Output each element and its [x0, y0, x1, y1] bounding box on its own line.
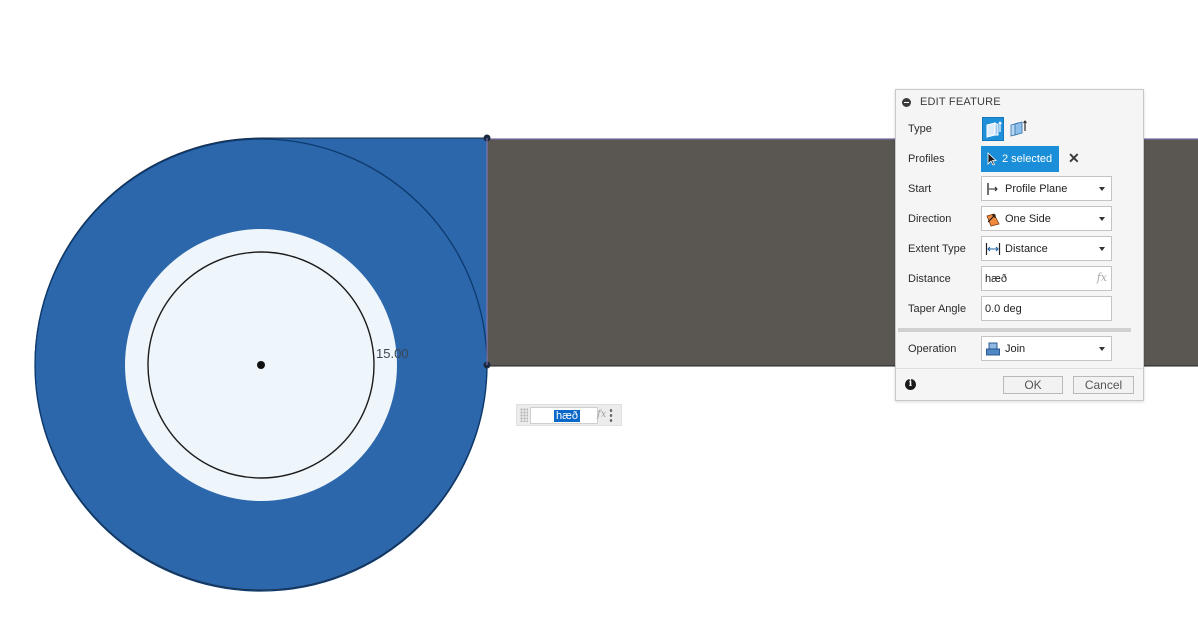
profiles-count: 2 selected	[1002, 153, 1053, 165]
clear-selection-icon[interactable]: ✕	[1068, 151, 1080, 165]
extent-type-value: Distance	[1005, 243, 1048, 255]
edit-feature-dialog: EDIT FEATURE Type Profiles 2 selected ✕ …	[895, 89, 1144, 401]
chevron-down-icon	[1099, 347, 1105, 351]
inline-distance-field[interactable]: hæð fx	[530, 407, 606, 424]
info-icon[interactable]: i	[905, 379, 916, 390]
section-divider	[898, 328, 1131, 332]
center-point[interactable]	[257, 361, 265, 369]
start-label: Start	[908, 183, 932, 195]
solid-extrude-icon	[986, 121, 1002, 138]
taper-angle-label: Taper Angle	[908, 303, 967, 315]
start-dropdown[interactable]: Profile Plane	[981, 176, 1112, 201]
operation-value: Join	[1005, 343, 1026, 355]
extrude-type-solid-button[interactable]	[982, 117, 1004, 141]
distance-arrows-icon	[985, 243, 1001, 255]
more-options-icon[interactable]	[609, 408, 613, 422]
chevron-down-icon	[1099, 247, 1105, 251]
ok-button[interactable]: OK	[1003, 376, 1063, 394]
operation-dropdown[interactable]: Join	[981, 336, 1112, 361]
collapse-icon[interactable]	[902, 98, 911, 107]
cancel-button[interactable]: Cancel	[1073, 376, 1134, 394]
distance-value[interactable]: hæð	[985, 273, 1007, 285]
profile-plane-icon	[987, 183, 998, 195]
distance-field[interactable]: hæð fx	[981, 266, 1112, 291]
drag-grip-icon[interactable]	[520, 408, 528, 422]
fx-icon[interactable]: fx	[1097, 271, 1107, 284]
type-label: Type	[908, 123, 932, 135]
distance-label: Distance	[908, 273, 951, 285]
one-side-direction-icon	[986, 213, 1000, 227]
fx-icon[interactable]: fx	[597, 409, 606, 420]
direction-label: Direction	[908, 213, 952, 225]
operation-label: Operation	[908, 343, 957, 355]
inline-distance-input[interactable]: hæð fx	[516, 404, 622, 426]
extrude-type-thin-button[interactable]	[1008, 117, 1030, 141]
cursor-arrow-icon	[987, 152, 997, 166]
chevron-down-icon	[1099, 217, 1105, 221]
taper-angle-value[interactable]: 0.0 deg	[985, 303, 1022, 315]
taper-angle-field[interactable]: 0.0 deg	[981, 296, 1112, 321]
direction-dropdown[interactable]: One Side	[981, 206, 1112, 231]
extent-type-dropdown[interactable]: Distance	[981, 236, 1112, 261]
dimension-label[interactable]: 15.00	[376, 346, 409, 361]
dialog-header[interactable]: EDIT FEATURE	[896, 90, 1143, 112]
extent-type-label: Extent Type	[908, 243, 966, 255]
thin-extrude-icon	[1010, 120, 1027, 137]
join-icon	[986, 342, 1000, 356]
profiles-label: Profiles	[908, 153, 945, 165]
dialog-footer: i OK Cancel	[896, 368, 1143, 401]
start-value: Profile Plane	[1005, 183, 1068, 195]
direction-value: One Side	[1005, 213, 1051, 225]
dialog-title: EDIT FEATURE	[920, 96, 1001, 108]
inline-distance-value[interactable]: hæð	[554, 410, 581, 422]
chevron-down-icon	[1099, 187, 1105, 191]
profiles-selection-button[interactable]: 2 selected	[981, 146, 1059, 172]
